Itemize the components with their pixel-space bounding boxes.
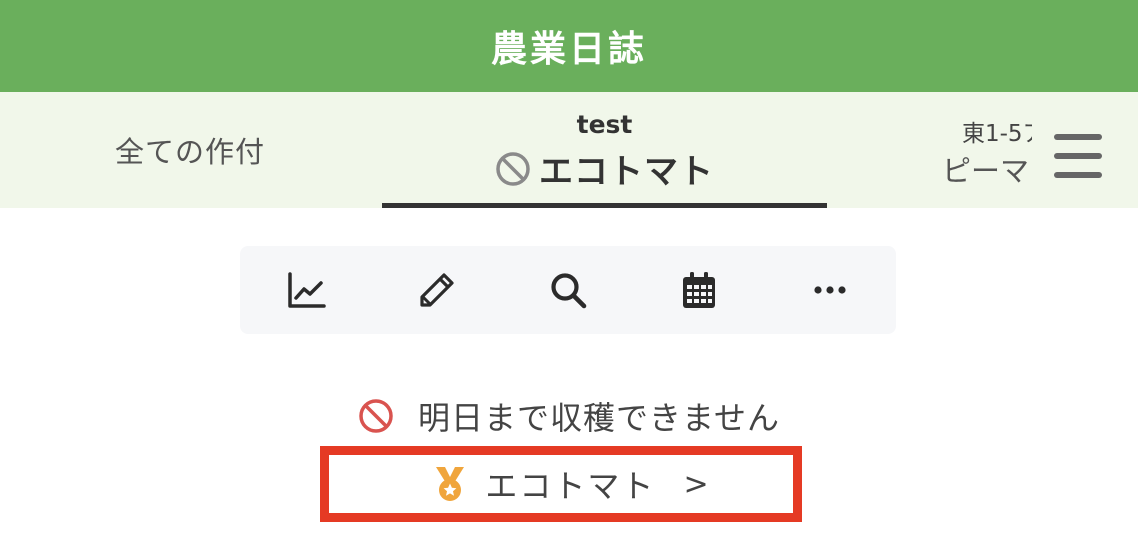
tab-eco-tomato[interactable]: test エコトマト: [382, 92, 827, 208]
search-icon: [551, 273, 587, 309]
chevron-right-icon: >: [683, 466, 709, 502]
tab-eco-tomato-field: test: [576, 110, 633, 139]
tab-next-crop[interactable]: 東1-5ア ピーマン: [940, 92, 1032, 208]
calendar-button[interactable]: [634, 246, 765, 334]
more-button[interactable]: [765, 246, 896, 334]
tab-next-crop-field: 東1-5ア: [962, 121, 1032, 147]
prohibited-icon: [359, 399, 393, 433]
chart-button[interactable]: [240, 246, 371, 334]
medal-icon: [436, 467, 465, 501]
crop-tab-bar[interactable]: 全ての作付 test エコトマト 東1-5ア ピーマン: [0, 92, 1138, 208]
action-toolbar: [240, 246, 896, 334]
more-icon: [814, 286, 847, 294]
line-chart-icon: [287, 272, 326, 308]
tab-eco-tomato-main: エコトマト: [382, 144, 827, 193]
crop-detail-link[interactable]: エコトマト >: [320, 446, 802, 522]
harvest-status: 明日まで収穫できません: [0, 390, 1138, 442]
search-button[interactable]: [502, 246, 633, 334]
edit-button[interactable]: [371, 246, 502, 334]
active-tab-indicator: [382, 203, 827, 208]
app-header: 農業日誌: [0, 0, 1138, 92]
hamburger-menu-icon[interactable]: [1046, 126, 1110, 186]
tab-next-crop-label: ピーマン: [942, 154, 1032, 188]
tab-all-crops[interactable]: 全ての作付: [60, 92, 320, 208]
calendar-icon: [683, 272, 716, 308]
prohibited-icon: [496, 151, 530, 186]
pen-icon: [420, 273, 454, 307]
tab-all-crops-label: 全ての作付: [114, 135, 265, 169]
menu-line: [1054, 172, 1102, 178]
menu-line: [1054, 134, 1102, 140]
harvest-status-text: 明日まで収穫できません: [417, 399, 781, 437]
page-title: 農業日誌: [490, 29, 647, 70]
crop-detail-link-label: エコトマト: [485, 467, 656, 505]
menu-line: [1054, 153, 1102, 159]
crop-detail-link-content: エコトマト >: [433, 461, 709, 507]
tab-eco-tomato-label: エコトマト: [539, 152, 714, 192]
